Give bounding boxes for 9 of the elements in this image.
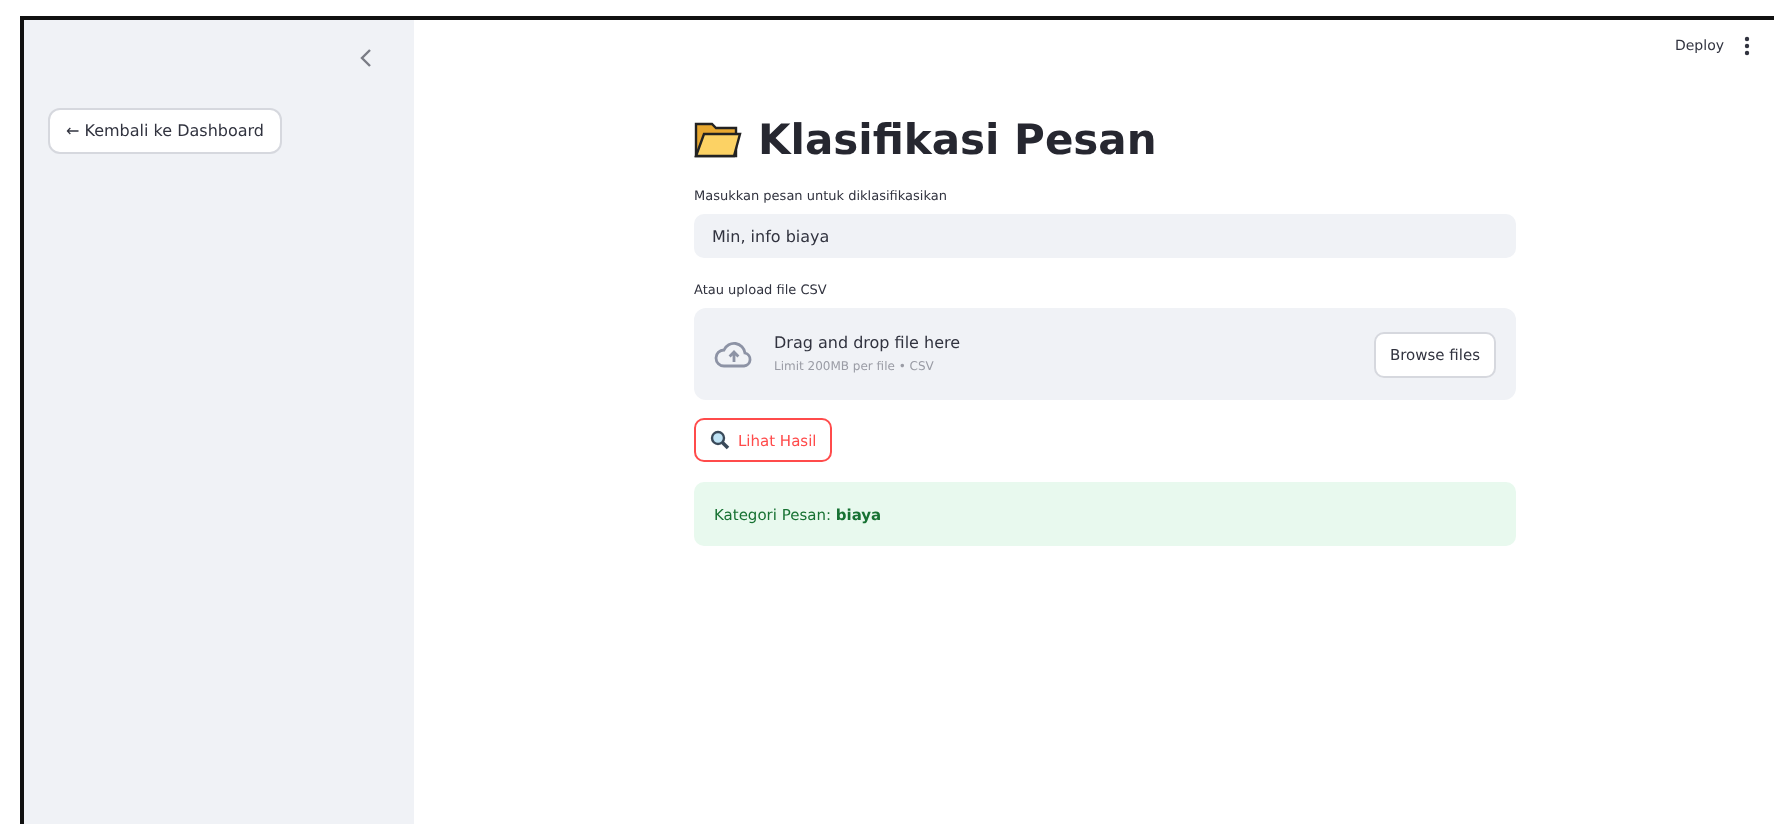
page-title: Klasifikasi Pesan bbox=[758, 116, 1157, 164]
folder-icon bbox=[694, 120, 742, 160]
collapse-icon[interactable] bbox=[358, 48, 374, 68]
search-icon bbox=[710, 430, 730, 450]
menu-icon[interactable] bbox=[1744, 36, 1750, 56]
message-input[interactable]: Min, info biaya bbox=[694, 214, 1516, 258]
cloud-upload-icon bbox=[714, 340, 754, 368]
dropzone-title: Drag and drop file here bbox=[774, 334, 963, 352]
back-button[interactable]: ← Kembali ke Dashboard bbox=[48, 108, 282, 154]
